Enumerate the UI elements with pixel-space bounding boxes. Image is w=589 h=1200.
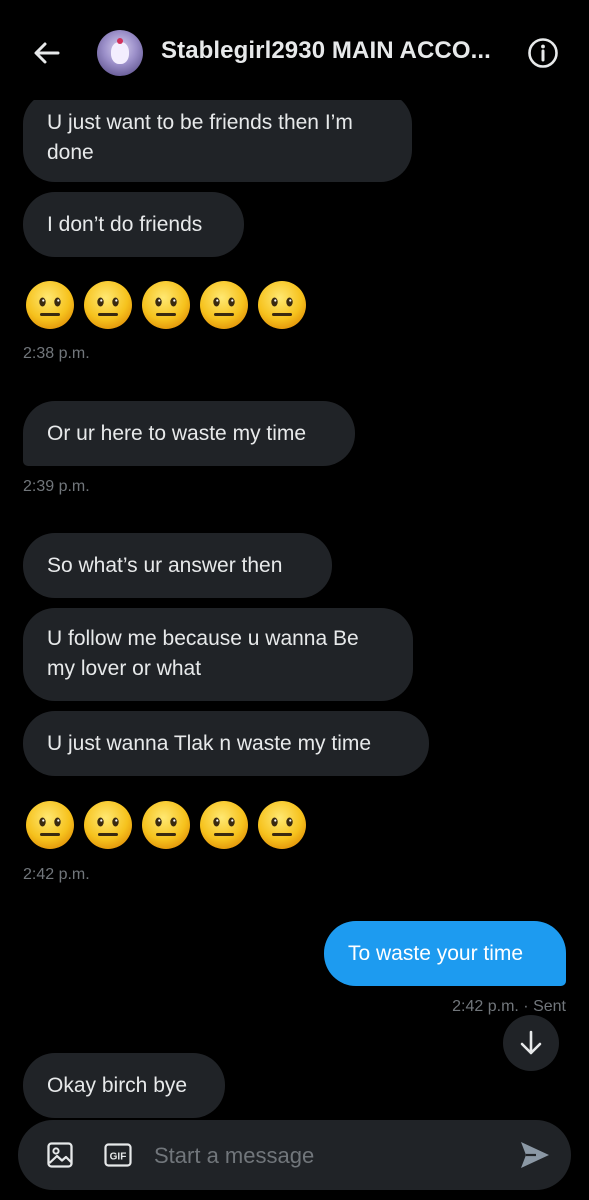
message-text: Okay birch bye	[47, 1073, 188, 1097]
message-bubble[interactable]: I don’t do friends	[23, 192, 244, 257]
avatar-face-graphic	[111, 42, 129, 64]
neutral-face-emoji-icon	[200, 801, 248, 849]
message-text: U follow me because u wanna Be my lover …	[47, 627, 359, 680]
neutral-face-emoji-icon	[142, 801, 190, 849]
message-text: So what’s ur answer then	[47, 553, 283, 577]
message-text: To waste your time	[348, 941, 524, 965]
neutral-face-emoji-icon	[84, 801, 132, 849]
message-bubble[interactable]: U just want to be friends then I’m done	[23, 92, 412, 182]
send-icon[interactable]	[518, 1139, 552, 1171]
emoji-message[interactable]	[24, 279, 308, 331]
neutral-face-emoji-icon	[258, 801, 306, 849]
scroll-to-bottom-button[interactable]	[503, 1015, 559, 1071]
message-timestamp: 2:38 p.m.	[23, 345, 90, 362]
message-timestamp: 2:42 p.m.	[23, 866, 90, 883]
message-timestamp: 2:42 p.m. · Sent	[452, 998, 566, 1015]
neutral-face-emoji-icon	[200, 281, 248, 329]
message-text: Or ur here to waste my time	[47, 421, 307, 445]
neutral-face-emoji-icon	[26, 281, 74, 329]
arrow-down-icon	[520, 1030, 542, 1055]
message-bubble[interactable]: So what’s ur answer then	[23, 533, 332, 598]
neutral-face-emoji-icon	[142, 281, 190, 329]
sent-message-bubble[interactable]: To waste your time	[324, 921, 566, 986]
neutral-face-emoji-icon	[26, 801, 74, 849]
conversation-header: Stablegirl2930 MAIN ACCO...	[0, 0, 589, 100]
neutral-face-emoji-icon	[258, 281, 306, 329]
neutral-face-emoji-icon	[84, 281, 132, 329]
info-icon[interactable]	[526, 36, 560, 70]
message-timestamp: 2:39 p.m.	[23, 478, 90, 495]
message-text: U just wanna Tlak n waste my time	[47, 731, 372, 755]
message-input[interactable]	[152, 1132, 496, 1180]
conversation-title[interactable]: Stablegirl2930 MAIN ACCO...	[161, 37, 491, 65]
image-icon[interactable]	[46, 1141, 74, 1169]
message-composer: GIF	[18, 1120, 571, 1190]
message-bubble[interactable]: U follow me because u wanna Be my lover …	[23, 608, 413, 701]
avatar-gem-graphic	[117, 38, 123, 44]
emoji-message[interactable]	[24, 799, 308, 851]
back-arrow-icon[interactable]	[30, 36, 64, 70]
message-bubble[interactable]: Or ur here to waste my time	[23, 401, 355, 466]
message-bubble[interactable]: Okay birch bye	[23, 1053, 225, 1118]
gif-icon[interactable]: GIF	[104, 1143, 132, 1167]
gif-label: GIF	[110, 1152, 127, 1163]
message-bubble[interactable]: U just wanna Tlak n waste my time	[23, 711, 429, 776]
message-thread: U just want to be friends then I’m done …	[0, 0, 589, 1200]
message-text: I don’t do friends	[47, 212, 203, 236]
avatar[interactable]	[97, 30, 143, 76]
message-text: U just want to be friends then I’m done	[47, 111, 353, 164]
